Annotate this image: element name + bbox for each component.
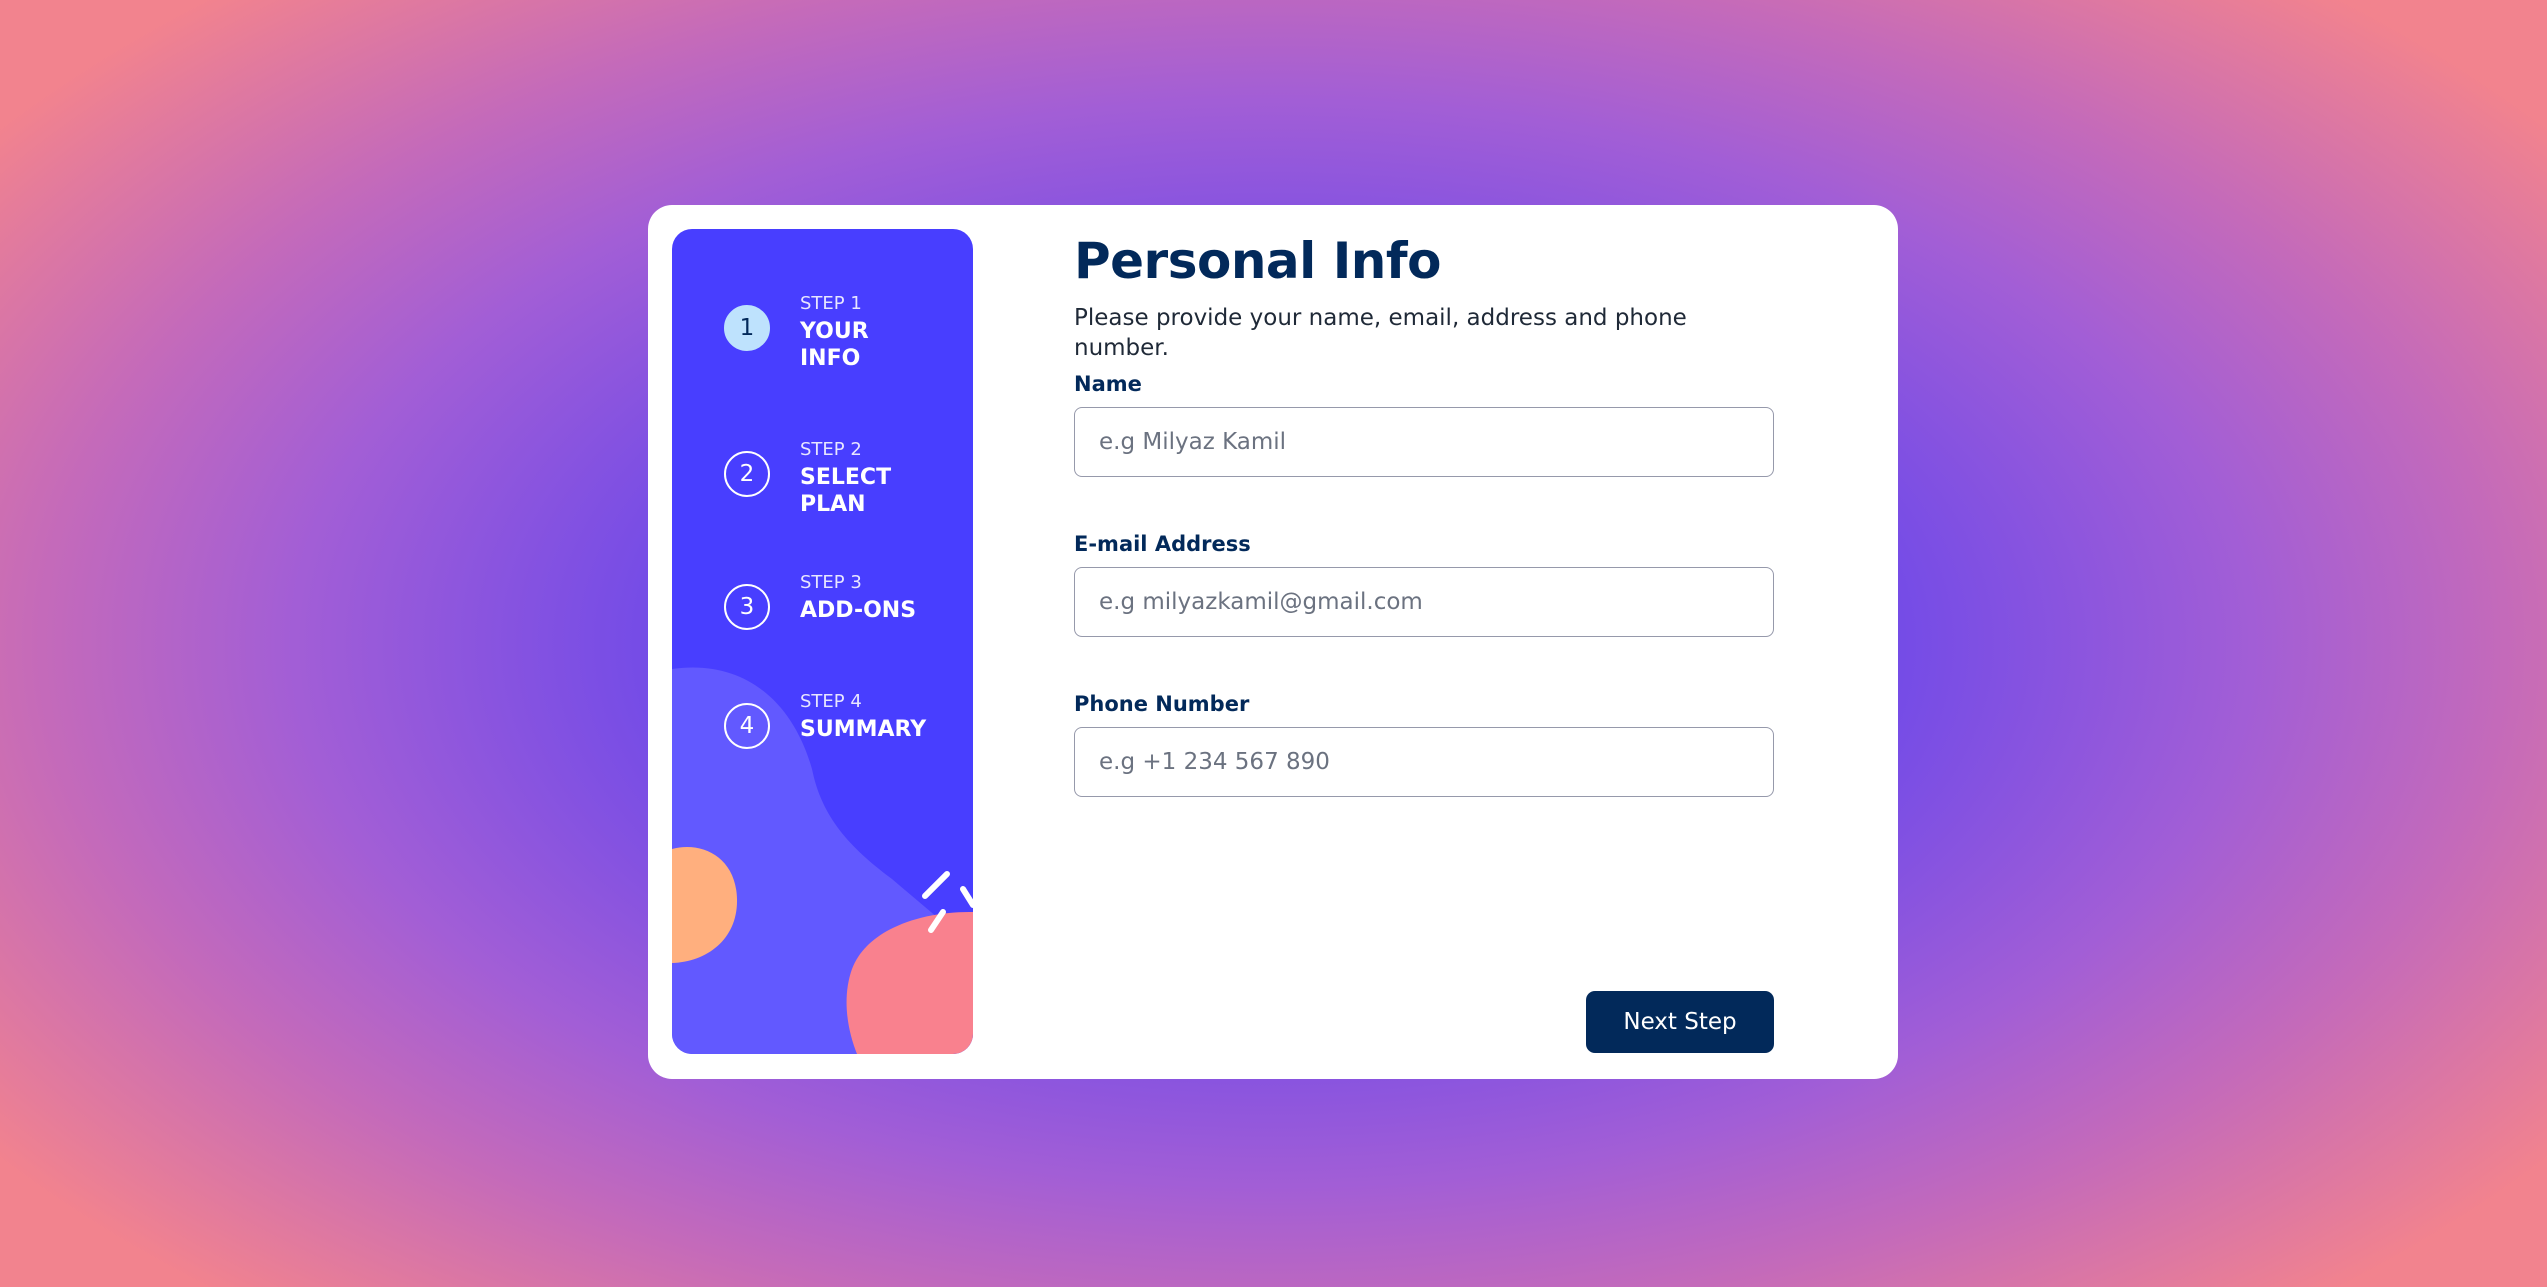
step-sidebar: 1 STEP 1 YOUR INFO 2 STEP 2 SELECT PLAN — [672, 229, 973, 1054]
form-fields: Name E-mail Address Phone Number — [1074, 205, 1774, 1079]
form-card: 1 STEP 1 YOUR INFO 2 STEP 2 SELECT PLAN — [648, 205, 1898, 1079]
next-step-button[interactable]: Next Step — [1586, 991, 1774, 1053]
sparkle-line-3 — [960, 886, 973, 908]
sparkle-line-1 — [922, 871, 950, 899]
step-label-1: STEP 1 — [800, 293, 862, 314]
step-label-2: STEP 2 — [800, 439, 862, 460]
step-number-2: 2 — [724, 451, 770, 497]
email-label: E-mail Address — [1074, 532, 1251, 556]
step-number-3: 3 — [724, 584, 770, 630]
step-number-4: 4 — [724, 703, 770, 749]
step-title-4: SUMMARY — [800, 717, 927, 742]
email-input[interactable] — [1074, 567, 1774, 637]
step-number-1: 1 — [724, 305, 770, 351]
step-title-2: SELECT PLAN — [800, 465, 892, 517]
step-title-3: ADD-ONS — [800, 598, 917, 623]
step-title-1: YOUR INFO — [800, 319, 869, 371]
phone-input[interactable] — [1074, 727, 1774, 797]
step-label-3: STEP 3 — [800, 572, 862, 593]
name-label: Name — [1074, 372, 1142, 396]
phone-label: Phone Number — [1074, 692, 1250, 716]
name-input[interactable] — [1074, 407, 1774, 477]
step-label-4: STEP 4 — [800, 691, 862, 712]
